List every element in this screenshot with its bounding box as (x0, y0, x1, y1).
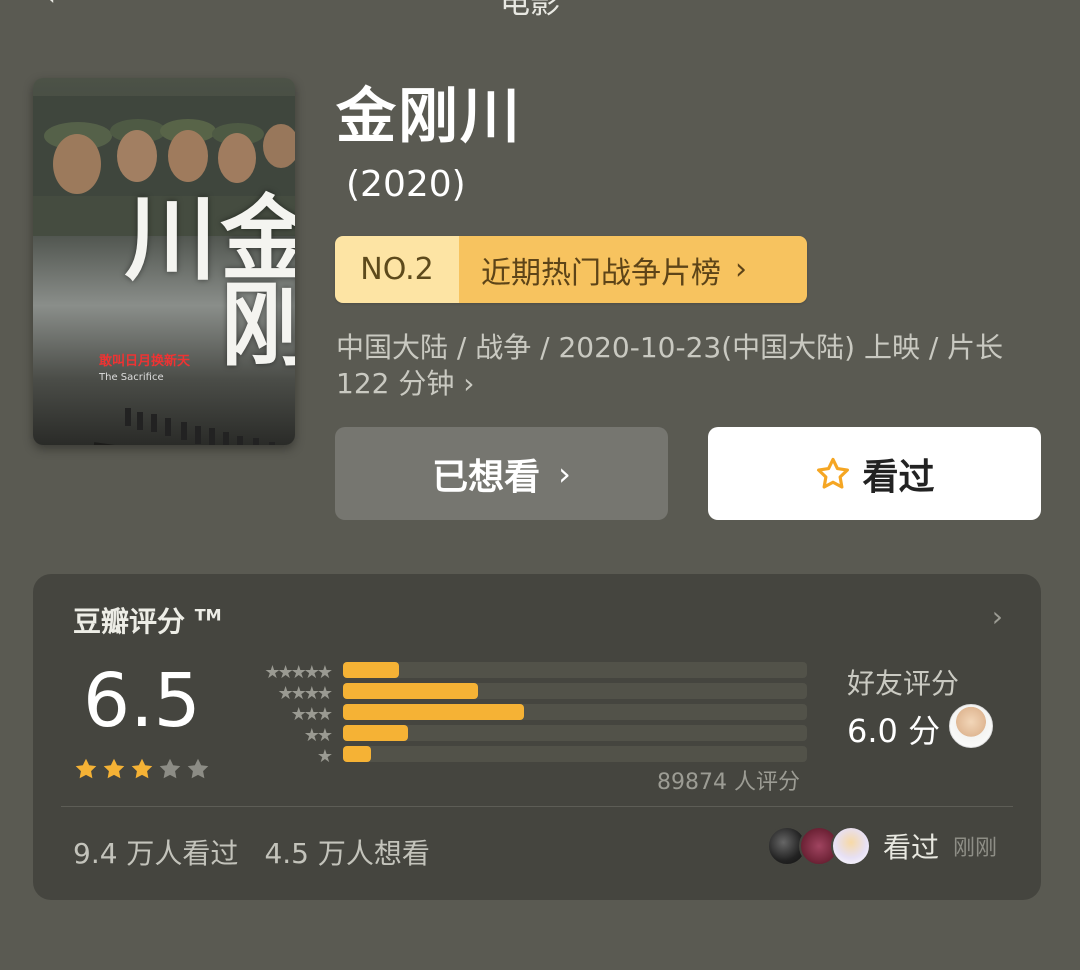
distribution-bar-fill (343, 725, 408, 741)
rating-card[interactable]: 豆瓣评分 TM › 6.5 ★★★★★ ★★★★ ★★★ ★★ ★ 89874 人评分 … (33, 574, 1041, 900)
audience-stats: 9.4 万人看过 4.5 万人想看 (73, 832, 430, 872)
friend-activity[interactable]: 看过 刚刚 (767, 826, 997, 866)
meta-line-2: 122 分钟 (336, 367, 455, 400)
poster-subtitle-art: 敢叫日月换新天 (99, 354, 191, 369)
movie-title: 金刚川 (336, 82, 522, 152)
rating-score: 6.5 (83, 658, 201, 744)
friend-avatar[interactable] (949, 704, 993, 748)
distribution-star-labels: ★★★★★ ★★★★ ★★★ ★★ ★ (238, 662, 333, 767)
movie-poster[interactable]: 金刚川 敢叫日月换新天 The Sacrifice (33, 78, 295, 445)
trademark: TM (194, 605, 222, 625)
rank-badge[interactable]: NO.2 近期热门战争片榜 › (335, 236, 807, 303)
star-outline-icon (817, 457, 850, 489)
friends-rating-score: 6.0 分 (847, 712, 941, 750)
watched-button-label: 看过 (862, 456, 935, 498)
distribution-bar-track (343, 704, 807, 720)
distribution-bar-track (343, 662, 807, 678)
rating-stars (73, 756, 211, 782)
rating-count: 89874 人评分 (657, 770, 800, 795)
distribution-bar-fill (343, 662, 399, 678)
distribution-star-label: ★★ (303, 725, 333, 746)
distribution-bar-fill (343, 746, 371, 762)
poster-crowd-art (93, 408, 295, 445)
distribution-star-label: ★★★★ (277, 683, 333, 704)
rank-list-link[interactable]: 近期热门战争片榜 › (459, 236, 807, 303)
chevron-right-icon: › (735, 252, 747, 287)
star-filled-icon (75, 758, 97, 779)
star-empty-icon (187, 758, 209, 779)
distribution-star-label: ★★★★★ (264, 662, 333, 683)
rating-distribution (343, 662, 807, 767)
star-empty-icon (159, 758, 181, 779)
rank-number: NO.2 (335, 236, 459, 303)
rank-list-label: 近期热门战争片榜 (481, 255, 721, 291)
chevron-right-icon[interactable]: › (992, 600, 1003, 633)
wanted-button-label: 已想看 (432, 456, 541, 498)
movie-year: (2020) (346, 164, 466, 205)
meta-line-2-wrap: 122 分钟 › (336, 366, 1036, 402)
friends-rating-label: 好友评分 (847, 667, 960, 700)
chevron-right-icon: › (463, 367, 475, 400)
meta-line-1: 中国大陆 / 战争 / 2020-10-23(中国大陆) 上映 / 片长 (336, 331, 1004, 364)
star-filled-icon (103, 758, 125, 779)
distribution-bar-fill (343, 683, 478, 699)
friend-activity-label: 看过 (883, 831, 940, 864)
wanted-count: 4.5 万人想看 (264, 837, 430, 870)
star-filled-icon (131, 758, 153, 779)
watched-count: 9.4 万人看过 (73, 837, 239, 870)
friend-activity-time: 刚刚 (953, 836, 998, 861)
wanted-button[interactable]: 已想看 › (335, 427, 668, 520)
distribution-star-label: ★★★ (290, 704, 333, 725)
distribution-bar-track (343, 746, 807, 762)
back-chevron-icon[interactable]: ‹ (44, 0, 56, 13)
distribution-bar-track (343, 725, 807, 741)
nav-title: 电影 (500, 0, 560, 21)
card-divider (61, 806, 1013, 807)
distribution-bar-track (343, 683, 807, 699)
rating-card-title: 豆瓣评分 TM (73, 605, 222, 638)
top-nav-bar: ‹ 电影 (0, 0, 1080, 21)
chevron-right-icon: › (558, 454, 571, 493)
friend-avatar (831, 826, 871, 866)
movie-meta[interactable]: 中国大陆 / 战争 / 2020-10-23(中国大陆) 上映 / 片长 122… (336, 330, 1036, 402)
distribution-star-label: ★ (316, 746, 333, 767)
distribution-bar-fill (343, 704, 524, 720)
watched-button[interactable]: 看过 (708, 427, 1041, 520)
